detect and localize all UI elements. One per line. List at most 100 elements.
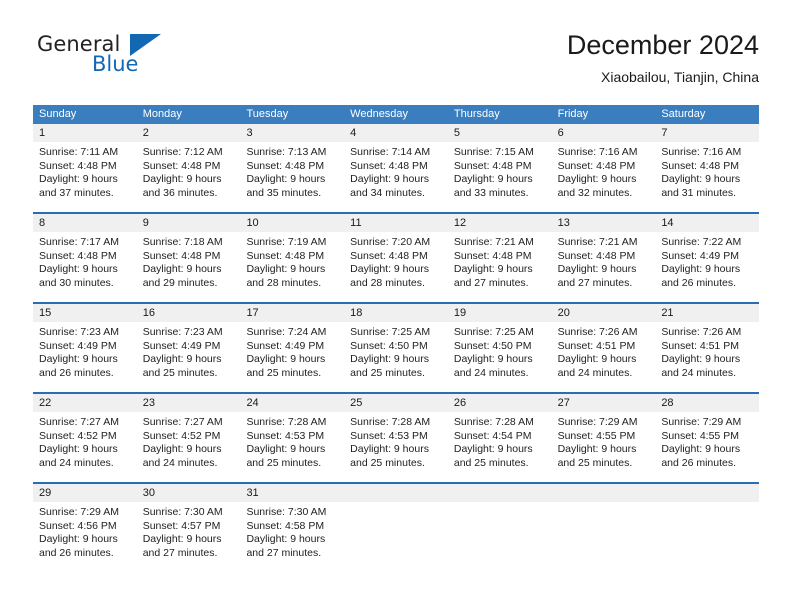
- day-number[interactable]: 5: [448, 124, 552, 142]
- day-number-empty: [344, 484, 448, 502]
- day-number[interactable]: 17: [240, 304, 344, 322]
- day-number[interactable]: 19: [448, 304, 552, 322]
- day-cell[interactable]: Sunrise: 7:27 AM Sunset: 4:52 PM Dayligh…: [33, 412, 137, 482]
- day-number[interactable]: 2: [137, 124, 241, 142]
- sunrise-text: Sunrise: 7:24 AM: [246, 326, 327, 338]
- sunrise-text: Sunrise: 7:12 AM: [142, 146, 223, 158]
- daylight-text-cont: and 25 minutes.: [142, 366, 218, 379]
- week-row: 15 16 17 18 19 20 21 Sunrise: 7:23 AM Su…: [33, 302, 759, 392]
- day-cell[interactable]: Sunrise: 7:21 AM Sunset: 4:48 PM Dayligh…: [552, 232, 656, 302]
- daylight-text: Daylight: 9 hours: [350, 443, 429, 455]
- day-number[interactable]: 25: [344, 394, 448, 412]
- day-cell[interactable]: Sunrise: 7:19 AM Sunset: 4:48 PM Dayligh…: [240, 232, 344, 302]
- day-number[interactable]: 9: [137, 214, 241, 232]
- day-cell[interactable]: Sunrise: 7:23 AM Sunset: 4:49 PM Dayligh…: [33, 322, 137, 392]
- day-number[interactable]: 1: [33, 124, 137, 142]
- day-number[interactable]: 12: [448, 214, 552, 232]
- sunset-text: Sunset: 4:48 PM: [142, 249, 221, 262]
- general-blue-logo[interactable]: General Blue: [33, 28, 213, 86]
- day-number[interactable]: 31: [240, 484, 344, 502]
- sunrise-text: Sunrise: 7:28 AM: [453, 416, 534, 428]
- day-number[interactable]: 28: [655, 394, 759, 412]
- day-cell[interactable]: Sunrise: 7:14 AM Sunset: 4:48 PM Dayligh…: [344, 142, 448, 212]
- day-number[interactable]: 20: [552, 304, 656, 322]
- sunset-text: Sunset: 4:48 PM: [453, 159, 532, 172]
- daylight-text-cont: and 33 minutes.: [453, 186, 529, 199]
- day-cell[interactable]: Sunrise: 7:13 AM Sunset: 4:48 PM Dayligh…: [240, 142, 344, 212]
- day-number[interactable]: 23: [137, 394, 241, 412]
- day-cell[interactable]: Sunrise: 7:29 AM Sunset: 4:55 PM Dayligh…: [655, 412, 759, 482]
- week-row: 22 23 24 25 26 27 28 Sunrise: 7:27 AM Su…: [33, 392, 759, 482]
- day-cell[interactable]: Sunrise: 7:15 AM Sunset: 4:48 PM Dayligh…: [448, 142, 552, 212]
- calendar-page: General Blue December 2024 Xiaobailou, T…: [0, 0, 792, 612]
- daylight-text-cont: and 28 minutes.: [246, 276, 322, 289]
- day-number[interactable]: 22: [33, 394, 137, 412]
- day-number-empty: [655, 484, 759, 502]
- page-header: General Blue December 2024 Xiaobailou, T…: [33, 28, 759, 98]
- daylight-text-cont: and 26 minutes.: [661, 456, 737, 469]
- page-subtitle: Xiaobailou, Tianjin, China: [601, 69, 759, 85]
- day-number-strip: 1 2 3 4 5 6 7: [33, 124, 759, 142]
- day-cell[interactable]: Sunrise: 7:20 AM Sunset: 4:48 PM Dayligh…: [344, 232, 448, 302]
- day-cell[interactable]: Sunrise: 7:21 AM Sunset: 4:48 PM Dayligh…: [448, 232, 552, 302]
- day-number[interactable]: 30: [137, 484, 241, 502]
- day-number[interactable]: 29: [33, 484, 137, 502]
- day-number[interactable]: 3: [240, 124, 344, 142]
- day-cell[interactable]: Sunrise: 7:29 AM Sunset: 4:55 PM Dayligh…: [552, 412, 656, 482]
- day-number[interactable]: 11: [344, 214, 448, 232]
- day-cell[interactable]: Sunrise: 7:16 AM Sunset: 4:48 PM Dayligh…: [655, 142, 759, 212]
- day-number[interactable]: 27: [552, 394, 656, 412]
- daylight-text: Daylight: 9 hours: [350, 263, 429, 275]
- daylight-text: Daylight: 9 hours: [453, 263, 533, 275]
- day-detail-strip: Sunrise: 7:11 AM Sunset: 4:48 PM Dayligh…: [33, 142, 759, 212]
- day-number[interactable]: 6: [552, 124, 656, 142]
- daylight-text: Daylight: 9 hours: [661, 443, 741, 455]
- day-number[interactable]: 7: [655, 124, 759, 142]
- day-cell[interactable]: Sunrise: 7:26 AM Sunset: 4:51 PM Dayligh…: [655, 322, 759, 392]
- day-cell[interactable]: Sunrise: 7:26 AM Sunset: 4:51 PM Dayligh…: [552, 322, 656, 392]
- day-number[interactable]: 24: [240, 394, 344, 412]
- daylight-text-cont: and 24 minutes.: [39, 456, 114, 469]
- sunset-text: Sunset: 4:51 PM: [557, 339, 636, 352]
- day-cell[interactable]: Sunrise: 7:28 AM Sunset: 4:53 PM Dayligh…: [344, 412, 448, 482]
- daylight-text: Daylight: 9 hours: [661, 353, 741, 365]
- day-cell[interactable]: Sunrise: 7:28 AM Sunset: 4:53 PM Dayligh…: [240, 412, 344, 482]
- day-number-strip: 29 30 31: [33, 484, 759, 502]
- daylight-text: Daylight: 9 hours: [142, 263, 222, 275]
- sunrise-text: Sunrise: 7:20 AM: [350, 236, 431, 248]
- weekday-header-row: Sunday Monday Tuesday Wednesday Thursday…: [33, 105, 759, 124]
- day-number[interactable]: 13: [552, 214, 656, 232]
- day-cell[interactable]: Sunrise: 7:16 AM Sunset: 4:48 PM Dayligh…: [552, 142, 656, 212]
- day-cell[interactable]: Sunrise: 7:29 AM Sunset: 4:56 PM Dayligh…: [33, 502, 137, 572]
- day-number[interactable]: 18: [344, 304, 448, 322]
- day-number[interactable]: 15: [33, 304, 137, 322]
- day-cell[interactable]: Sunrise: 7:24 AM Sunset: 4:49 PM Dayligh…: [240, 322, 344, 392]
- day-number[interactable]: 16: [137, 304, 241, 322]
- day-number[interactable]: 10: [240, 214, 344, 232]
- day-number[interactable]: 8: [33, 214, 137, 232]
- sunrise-text: Sunrise: 7:27 AM: [142, 416, 223, 428]
- day-number[interactable]: 21: [655, 304, 759, 322]
- day-cell[interactable]: Sunrise: 7:17 AM Sunset: 4:48 PM Dayligh…: [33, 232, 137, 302]
- sunrise-text: Sunrise: 7:18 AM: [142, 236, 223, 248]
- day-cell[interactable]: Sunrise: 7:23 AM Sunset: 4:49 PM Dayligh…: [137, 322, 241, 392]
- day-cell[interactable]: Sunrise: 7:22 AM Sunset: 4:49 PM Dayligh…: [655, 232, 759, 302]
- weekday-header-monday: Monday: [142, 108, 182, 120]
- day-cell[interactable]: Sunrise: 7:30 AM Sunset: 4:57 PM Dayligh…: [137, 502, 241, 572]
- day-cell[interactable]: Sunrise: 7:12 AM Sunset: 4:48 PM Dayligh…: [137, 142, 241, 212]
- day-cell[interactable]: Sunrise: 7:18 AM Sunset: 4:48 PM Dayligh…: [137, 232, 241, 302]
- weekday-header-friday: Friday: [557, 108, 589, 120]
- day-number-strip: 22 23 24 25 26 27 28: [33, 394, 759, 412]
- day-number[interactable]: 14: [655, 214, 759, 232]
- day-cell-empty: [344, 502, 448, 572]
- day-number[interactable]: 4: [344, 124, 448, 142]
- day-cell[interactable]: Sunrise: 7:30 AM Sunset: 4:58 PM Dayligh…: [240, 502, 344, 572]
- day-cell[interactable]: Sunrise: 7:11 AM Sunset: 4:48 PM Dayligh…: [33, 142, 137, 212]
- day-cell[interactable]: Sunrise: 7:25 AM Sunset: 4:50 PM Dayligh…: [344, 322, 448, 392]
- sunrise-text: Sunrise: 7:29 AM: [557, 416, 638, 428]
- day-number[interactable]: 26: [448, 394, 552, 412]
- daylight-text: Daylight: 9 hours: [557, 353, 637, 365]
- day-cell[interactable]: Sunrise: 7:27 AM Sunset: 4:52 PM Dayligh…: [137, 412, 241, 482]
- day-cell[interactable]: Sunrise: 7:25 AM Sunset: 4:50 PM Dayligh…: [448, 322, 552, 392]
- day-cell[interactable]: Sunrise: 7:28 AM Sunset: 4:54 PM Dayligh…: [448, 412, 552, 482]
